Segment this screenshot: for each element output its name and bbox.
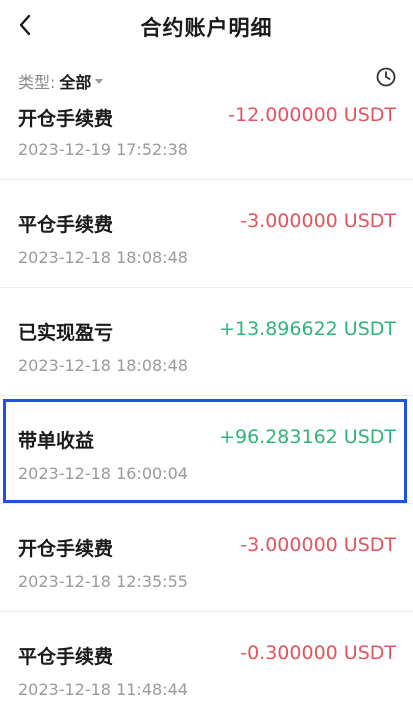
record-time: 2023-12-18 18:08:48	[18, 356, 188, 375]
caret-down-icon	[95, 78, 104, 84]
list-item[interactable]: 开仓手续费 -12.000000 USDT 2023-12-19 17:52:3…	[0, 96, 413, 180]
list-item[interactable]: 平仓手续费 -3.000000 USDT 2023-12-18 18:08:48	[0, 180, 413, 288]
clock-history-icon[interactable]	[375, 66, 397, 88]
record-amount: -3.000000 USDT	[240, 534, 396, 556]
list-item[interactable]: 已实现盈亏 +13.896622 USDT 2023-12-18 18:08:4…	[0, 288, 413, 396]
filter-label: 类型:	[18, 73, 56, 92]
header-bar: 合约账户明细	[0, 0, 413, 52]
record-type: 带单收益	[18, 430, 95, 452]
record-amount: +96.283162 USDT	[219, 426, 396, 448]
record-amount: -0.300000 USDT	[240, 642, 396, 664]
type-filter[interactable]: 类型: 全部	[18, 68, 104, 94]
record-type: 开仓手续费	[18, 108, 114, 130]
record-time: 2023-12-19 17:52:38	[18, 140, 188, 159]
record-type: 平仓手续费	[18, 214, 114, 236]
record-type: 已实现盈亏	[18, 322, 114, 344]
record-amount: -12.000000 USDT	[228, 104, 396, 126]
filter-value: 全部	[59, 73, 92, 92]
record-time: 2023-12-18 12:35:55	[18, 572, 188, 591]
record-time: 2023-12-18 18:08:48	[18, 248, 188, 267]
page-title: 合约账户明细	[140, 16, 273, 40]
record-time: 2023-12-18 11:48:44	[18, 680, 188, 699]
record-type: 平仓手续费	[18, 646, 114, 668]
list-item[interactable]: 带单收益 +96.283162 USDT 2023-12-18 16:00:04	[0, 396, 413, 504]
record-type: 开仓手续费	[18, 538, 114, 560]
list-item[interactable]: 开仓手续费 -3.000000 USDT 2023-12-18 12:35:55	[0, 504, 413, 612]
record-list: 开仓手续费 -12.000000 USDT 2023-12-19 17:52:3…	[0, 96, 413, 704]
record-amount: +13.896622 USDT	[219, 318, 396, 340]
list-item[interactable]: 平仓手续费 -0.300000 USDT 2023-12-18 11:48:44	[0, 612, 413, 704]
record-amount: -3.000000 USDT	[240, 210, 396, 232]
record-time: 2023-12-18 16:00:04	[18, 464, 188, 483]
